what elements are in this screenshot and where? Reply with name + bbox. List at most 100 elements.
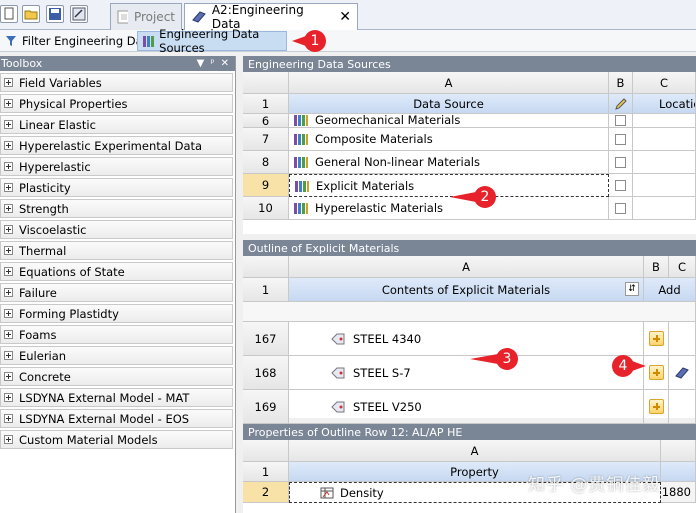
callout-1: 1 xyxy=(304,30,326,52)
corner-cell xyxy=(243,440,289,462)
data-source-checkbox-cell[interactable] xyxy=(609,128,633,151)
density-value[interactable]: 1880 xyxy=(661,482,696,503)
expand-plus-icon[interactable] xyxy=(4,393,13,402)
toolbox-item-label: Equations of State xyxy=(19,264,125,279)
save-icon[interactable] xyxy=(46,5,64,23)
toolbox-item[interactable]: Foams xyxy=(0,325,233,344)
toolbox-item[interactable]: Failure xyxy=(0,283,233,302)
checkbox[interactable] xyxy=(615,156,626,168)
location-cell[interactable] xyxy=(633,128,696,151)
toolbox-item[interactable]: Equations of State xyxy=(0,262,233,281)
new-file-icon[interactable] xyxy=(0,5,18,23)
checkbox[interactable] xyxy=(615,133,626,145)
expand-plus-icon[interactable] xyxy=(4,78,13,87)
expand-plus-icon[interactable] xyxy=(4,435,13,444)
column-header-b[interactable]: B xyxy=(609,72,633,94)
pin-icon[interactable]: ᵖ xyxy=(210,58,214,69)
material-row[interactable]: STEEL 4340 xyxy=(289,322,644,356)
filter-engineering-data-button[interactable]: Filter Engineering Data xyxy=(0,31,158,51)
location-cell[interactable] xyxy=(633,151,696,174)
data-source-header: Data Source xyxy=(289,94,609,114)
toolbox-item[interactable]: LSDYNA External Model - MAT xyxy=(0,388,233,407)
location-cell[interactable] xyxy=(633,174,696,197)
location-cell[interactable] xyxy=(633,197,696,220)
checkbox[interactable] xyxy=(615,115,626,126)
expand-plus-icon[interactable] xyxy=(4,141,13,150)
callout-pointer xyxy=(470,354,498,364)
expand-plus-icon[interactable] xyxy=(4,330,13,339)
column-header-c[interactable]: C xyxy=(669,256,696,278)
source-cell[interactable] xyxy=(669,356,696,390)
toolbox-item[interactable]: Plasticity xyxy=(0,178,233,197)
dropdown-icon[interactable]: ▼ xyxy=(197,58,205,69)
add-cell[interactable] xyxy=(644,356,669,390)
add-cell[interactable] xyxy=(644,390,669,424)
expand-plus-icon[interactable] xyxy=(4,246,13,255)
location-cell[interactable] xyxy=(633,114,696,128)
expand-plus-icon[interactable] xyxy=(4,204,13,213)
material-row[interactable]: STEEL S-7 xyxy=(289,356,644,390)
toolbox-item[interactable]: Concrete xyxy=(0,367,233,386)
data-source-checkbox-cell[interactable] xyxy=(609,151,633,174)
column-header-c[interactable]: C xyxy=(633,72,696,94)
expand-plus-icon[interactable] xyxy=(4,414,13,423)
tab-engineering-data[interactable]: A2:Engineering Data ✕ xyxy=(184,3,358,31)
source-cell[interactable] xyxy=(669,322,696,356)
data-source-checkbox-cell[interactable] xyxy=(609,114,633,128)
expand-plus-icon[interactable] xyxy=(4,351,13,360)
data-source-row[interactable]: Explicit Materials xyxy=(289,174,609,197)
filter-label: Filter Engineering Data xyxy=(22,34,155,48)
toolbox-item[interactable]: Forming Plastidty xyxy=(0,304,233,323)
toolbox-item[interactable]: Eulerian xyxy=(0,346,233,365)
material-tag-icon xyxy=(331,366,347,380)
engineering-data-sources-button[interactable]: Engineering Data Sources xyxy=(137,27,287,55)
toolbox-item[interactable]: Viscoelastic xyxy=(0,220,233,239)
toolbox-item[interactable]: Strength xyxy=(0,199,233,218)
add-cell[interactable] xyxy=(644,322,669,356)
close-icon[interactable]: ✕ xyxy=(339,9,351,25)
expand-plus-icon[interactable] xyxy=(4,372,13,381)
source-cell[interactable] xyxy=(669,390,696,424)
data-source-row[interactable]: Composite Materials xyxy=(289,128,609,151)
column-header-b[interactable]: B xyxy=(644,256,669,278)
toolbox-item[interactable]: Custom Material Models xyxy=(0,430,233,449)
column-header-a[interactable]: A xyxy=(289,440,661,462)
toolbox-item[interactable]: Hyperelastic xyxy=(0,157,233,176)
tab-project[interactable]: Project xyxy=(110,3,182,30)
data-source-checkbox-cell[interactable] xyxy=(609,174,633,197)
add-plus-icon[interactable] xyxy=(648,331,664,346)
open-folder-icon[interactable] xyxy=(22,5,40,23)
material-row[interactable]: STEEL V250 xyxy=(289,390,644,424)
toolbox-item[interactable]: Field Variables xyxy=(0,73,233,92)
expand-plus-icon[interactable] xyxy=(4,267,13,276)
toolbox-item[interactable]: Hyperelastic Experimental Data xyxy=(0,136,233,155)
checkbox[interactable] xyxy=(615,179,626,191)
column-header-a[interactable]: A xyxy=(289,72,609,94)
import-icon[interactable] xyxy=(70,5,88,23)
expand-plus-icon[interactable] xyxy=(4,288,13,297)
toolbox-item[interactable]: LSDYNA External Model - EOS xyxy=(0,409,233,428)
data-source-checkbox-cell[interactable] xyxy=(609,197,633,220)
toolbox-item[interactable]: Physical Properties xyxy=(0,94,233,113)
expand-plus-icon[interactable] xyxy=(4,120,13,129)
expand-plus-icon[interactable] xyxy=(4,162,13,171)
toolbox-item[interactable]: Thermal xyxy=(0,241,233,260)
toolbox-item-label: LSDYNA External Model - EOS xyxy=(19,411,190,426)
column-header-b[interactable] xyxy=(661,440,696,462)
checkbox[interactable] xyxy=(615,202,626,214)
expand-plus-icon[interactable] xyxy=(4,99,13,108)
expand-plus-icon[interactable] xyxy=(4,183,13,192)
add-plus-icon[interactable] xyxy=(648,399,664,414)
expand-plus-icon[interactable] xyxy=(4,309,13,318)
close-icon[interactable]: ✕ xyxy=(221,58,229,69)
add-plus-icon[interactable] xyxy=(648,365,664,380)
library-books-icon xyxy=(294,179,310,193)
data-source-row[interactable]: General Non-linear Materials xyxy=(289,151,609,174)
edit-pencil-cell[interactable] xyxy=(609,94,633,114)
sort-icon[interactable]: ⇵ xyxy=(625,282,639,296)
toolbox-item[interactable]: Linear Elastic xyxy=(0,115,233,134)
data-source-row[interactable]: Hyperelastic Materials xyxy=(289,197,609,220)
expand-plus-icon[interactable] xyxy=(4,225,13,234)
column-header-a[interactable]: A xyxy=(289,256,644,278)
data-source-row[interactable]: Geomechanical Materials xyxy=(289,114,609,128)
